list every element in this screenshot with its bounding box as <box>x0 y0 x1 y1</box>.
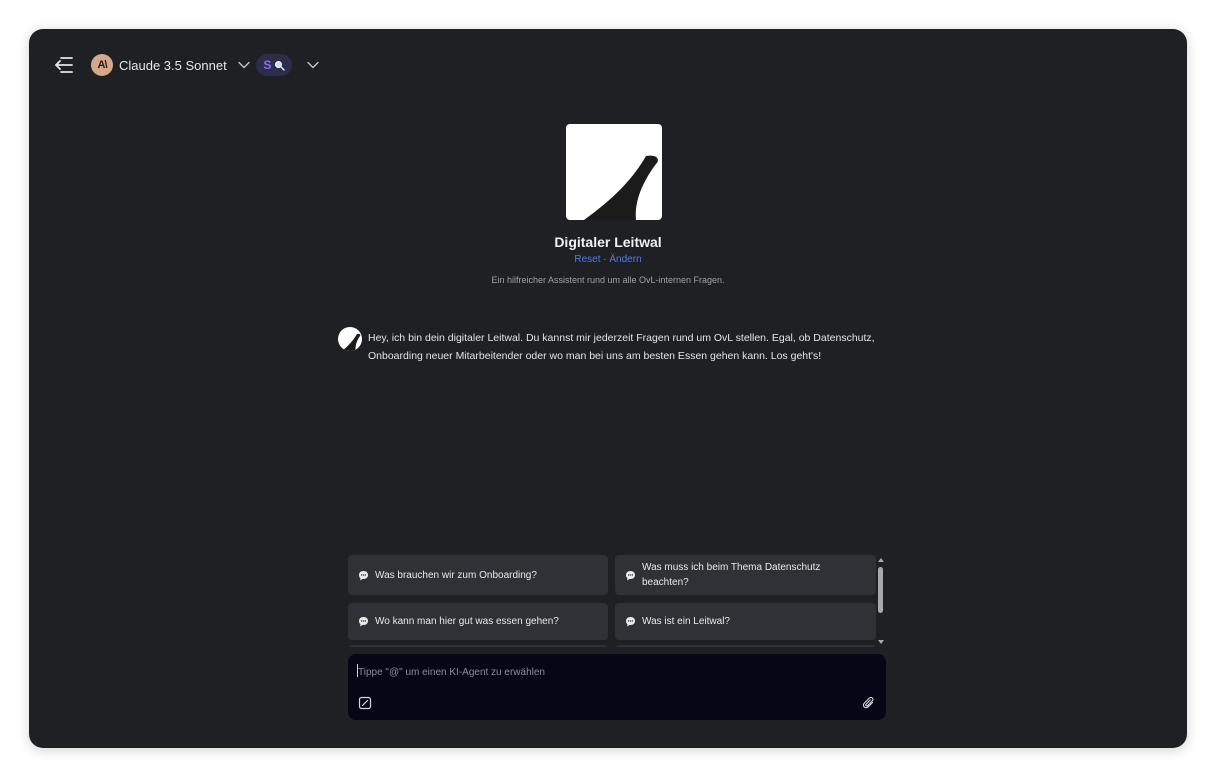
chat-bubble-icon <box>359 617 368 627</box>
paperclip-icon[interactable] <box>862 696 876 710</box>
agent-logo <box>566 124 662 220</box>
message-composer <box>348 654 886 720</box>
suggestion-datenschutz[interactable]: Was muss ich beim Thema Datenschutz beac… <box>615 555 876 595</box>
reset-link[interactable]: Reset <box>574 254 600 265</box>
app-window: A\ Claude 3.5 Sonnet S Digitaler Leitwal… <box>29 29 1187 748</box>
search-icon <box>274 60 285 71</box>
agent-name: Digitaler Leitwal <box>554 234 662 250</box>
suggestion-onboarding[interactable]: Was brauchen wir zum Onboarding? <box>348 555 608 595</box>
agent-badge-letter: S <box>263 58 272 72</box>
suggestion-essen[interactable]: Wo kann man hier gut was essen gehen? <box>348 603 608 640</box>
suggestion-scrollbar[interactable] <box>876 555 886 647</box>
model-avatar: A\ <box>91 54 113 76</box>
agent-avatar <box>338 327 362 351</box>
chevron-down-icon <box>238 61 250 69</box>
agent-selector[interactable]: S <box>256 53 320 77</box>
change-link[interactable]: Ändern <box>609 254 641 265</box>
chat-bubble-icon <box>359 570 368 580</box>
text-caret <box>357 664 358 677</box>
chevron-down-icon <box>307 61 319 69</box>
suggestion-text: Wo kann man hier gut was essen gehen? <box>375 616 559 627</box>
suggestion-list: Was brauchen wir zum Onboarding? Was mus… <box>348 555 888 647</box>
agent-description: Ein hilfreicher Assistent rund um alle O… <box>491 275 725 285</box>
greeting-message: Hey, ich bin dein digitaler Leitwal. Du … <box>368 332 875 362</box>
chat-bubble-icon <box>626 617 635 627</box>
chat-bubble-icon <box>626 570 635 580</box>
suggestion-peek <box>615 645 876 647</box>
suggestion-text: Was ist ein Leitwal? <box>642 616 730 627</box>
suggestion-peek <box>348 645 608 647</box>
model-selector[interactable]: A\ Claude 3.5 Sonnet <box>91 53 251 77</box>
suggestion-leitwal[interactable]: Was ist ein Leitwal? <box>615 603 876 640</box>
sidebar-collapse-icon[interactable] <box>53 55 75 75</box>
agent-actions: Reset · Ändern <box>29 254 1187 265</box>
scrollbar-thumb[interactable] <box>878 567 883 613</box>
suggestion-text: Was muss ich beim Thema Datenschutz beac… <box>642 562 821 588</box>
new-chat-icon[interactable] <box>358 696 372 710</box>
model-name: Claude 3.5 Sonnet <box>119 57 227 73</box>
agent-badge: S <box>256 54 292 76</box>
message-input[interactable] <box>356 662 860 682</box>
suggestion-text: Was brauchen wir zum Onboarding? <box>375 569 537 581</box>
